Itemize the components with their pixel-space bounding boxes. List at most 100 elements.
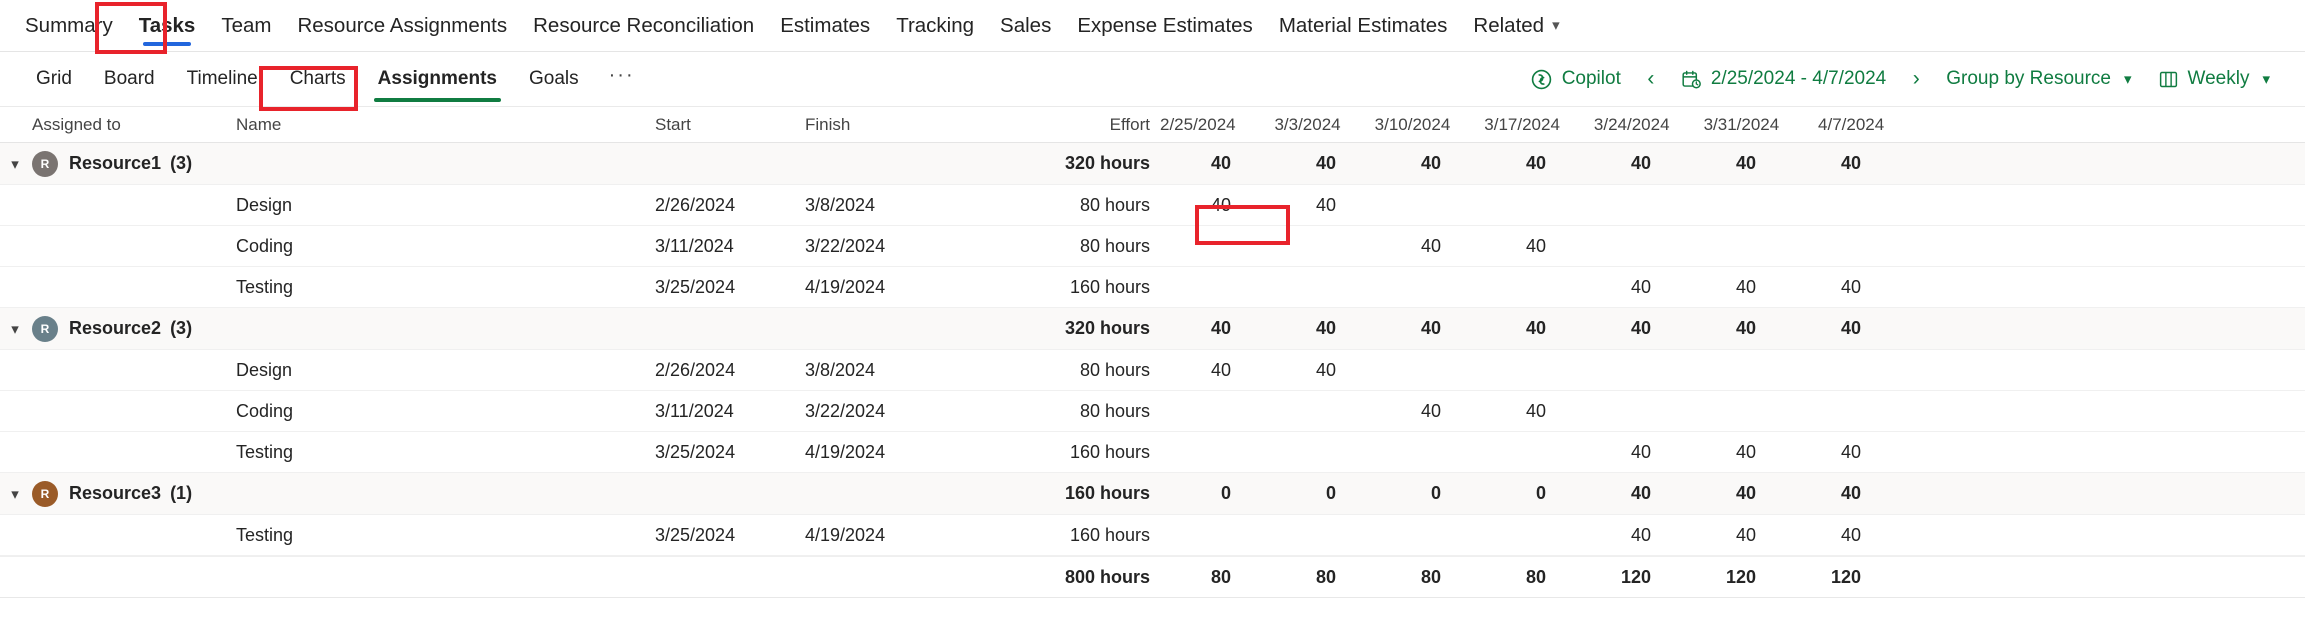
row-week-cell[interactable]: 40 — [1370, 236, 1475, 257]
group-assigned-cell: R Resource3 (1) — [30, 480, 230, 507]
nav-item-label: Team — [221, 13, 272, 37]
view-tab-charts[interactable]: Charts — [274, 52, 362, 106]
column-header-week-5[interactable]: 3/24/2024 — [1594, 115, 1704, 135]
row-name-cell[interactable]: Coding — [230, 401, 655, 422]
row-start-cell: 2/26/2024 — [655, 359, 736, 380]
group-by-dropdown[interactable]: Group by Resource ▾ — [1933, 59, 2144, 99]
row-name-cell[interactable]: Design — [230, 195, 655, 216]
row-start-cell: 3/25/2024 — [655, 276, 736, 297]
row-effort-cell: 80 hours — [1079, 359, 1150, 380]
row-name-cell[interactable]: Testing — [230, 442, 655, 463]
chevron-down-icon: ▾ — [1552, 16, 1560, 34]
nav-item-label: Expense Estimates — [1077, 13, 1253, 37]
row-week-cell[interactable]: 40 — [1580, 442, 1685, 463]
column-header-week-1[interactable]: 2/25/2024 — [1160, 115, 1270, 135]
view-tab-grid[interactable]: Grid — [20, 52, 88, 106]
nav-item-sales[interactable]: Sales — [987, 0, 1064, 52]
group-row-resource1[interactable]: ▾ R Resource1 (3) 320 hours 40 40 40 40 … — [0, 143, 2305, 185]
copilot-label: Copilot — [1561, 68, 1621, 89]
row-start-cell: 3/25/2024 — [655, 524, 736, 545]
row-week-cell[interactable]: 40 — [1790, 277, 1895, 298]
column-header-week-2[interactable]: 3/3/2024 — [1270, 115, 1375, 135]
row-week-cell[interactable]: 40 — [1580, 277, 1685, 298]
group-expand-toggle[interactable]: ▾ — [0, 485, 30, 503]
row-week-cell[interactable]: 40 — [1160, 360, 1265, 381]
row-week-cell[interactable]: 40 — [1370, 401, 1475, 422]
group-expand-toggle[interactable]: ▾ — [0, 320, 30, 338]
table-row[interactable]: Design 2/26/2024 3/8/2024 80 hours 40 40 — [0, 350, 2305, 391]
row-name-cell[interactable]: Coding — [230, 236, 655, 257]
column-header-week-6[interactable]: 3/31/2024 — [1704, 115, 1814, 135]
row-week-cell[interactable]: 40 — [1580, 525, 1685, 546]
column-header-week-7[interactable]: 4/7/2024 — [1813, 115, 1918, 135]
table-row[interactable]: Coding 3/11/2024 3/22/2024 80 hours 40 4… — [0, 391, 2305, 432]
group-week-cell: 40 — [1420, 318, 1441, 338]
total-week-cell: 80 — [1315, 566, 1336, 587]
row-finish-cell: 4/19/2024 — [805, 276, 886, 297]
column-header-effort[interactable]: Effort — [960, 115, 1160, 135]
copilot-button[interactable]: Copilot — [1517, 59, 1634, 99]
nav-item-label: Sales — [1000, 13, 1052, 37]
table-row[interactable]: Testing 3/25/2024 4/19/2024 160 hours 40… — [0, 432, 2305, 473]
nav-item-related[interactable]: Related ▾ — [1460, 0, 1572, 52]
top-navigation-bar: Summary Tasks Team Resource Assignments … — [0, 0, 2305, 52]
nav-item-summary[interactable]: Summary — [12, 0, 126, 52]
nav-item-material-estimates[interactable]: Material Estimates — [1266, 0, 1461, 52]
row-name-cell[interactable]: Testing — [230, 525, 655, 546]
group-expand-toggle[interactable]: ▾ — [0, 155, 30, 173]
grid-total-row: 800 hours 80 80 80 80 120 120 120 — [0, 556, 2305, 598]
group-effort-cell: 320 hours — [1064, 153, 1150, 173]
column-header-label: 3/31/2024 — [1703, 114, 1780, 134]
column-header-week-3[interactable]: 3/10/2024 — [1375, 115, 1485, 135]
row-week-cell[interactable]: 40 — [1790, 525, 1895, 546]
view-tab-board[interactable]: Board — [88, 52, 171, 106]
group-row-resource2[interactable]: ▾ R Resource2 (3) 320 hours 40 40 40 40 … — [0, 308, 2305, 350]
nav-item-tasks[interactable]: Tasks — [126, 0, 209, 52]
table-row[interactable]: Design 2/26/2024 3/8/2024 80 hours 40 40 — [0, 185, 2305, 226]
avatar: R — [32, 150, 58, 177]
row-name-cell[interactable]: Design — [230, 360, 655, 381]
view-tab-label: Assignments — [377, 68, 497, 89]
column-header-assigned-to[interactable]: Assigned to — [30, 115, 230, 135]
nav-item-resource-reconciliation[interactable]: Resource Reconciliation — [520, 0, 767, 52]
nav-item-label: Resource Assignments — [297, 13, 508, 37]
row-week-cell[interactable]: 40 — [1685, 442, 1790, 463]
column-header-start[interactable]: Start — [655, 115, 805, 135]
table-row[interactable]: Testing 3/25/2024 4/19/2024 160 hours 40… — [0, 515, 2305, 556]
group-task-count: (3) — [170, 153, 193, 173]
nav-item-tracking[interactable]: Tracking — [883, 0, 987, 52]
table-row[interactable]: Coding 3/11/2024 3/22/2024 80 hours 40 4… — [0, 226, 2305, 267]
view-tab-goals[interactable]: Goals — [513, 52, 595, 106]
row-week-cell[interactable]: 40 — [1685, 525, 1790, 546]
nav-item-team[interactable]: Team — [208, 0, 284, 52]
group-week-cell: 40 — [1525, 153, 1546, 173]
row-week-cell[interactable]: 40 — [1685, 277, 1790, 298]
table-row[interactable]: Testing 3/25/2024 4/19/2024 160 hours 40… — [0, 267, 2305, 308]
row-week-cell[interactable]: 40 — [1475, 236, 1580, 257]
row-week-cell[interactable]: 40 — [1790, 442, 1895, 463]
view-tab-timeline[interactable]: Timeline — [171, 52, 274, 106]
nav-item-expense-estimates[interactable]: Expense Estimates — [1064, 0, 1265, 52]
date-range-button[interactable]: 2/25/2024 - 4/7/2024 — [1668, 59, 1899, 99]
previous-period-button[interactable]: ‹ — [1634, 62, 1668, 96]
column-header-finish[interactable]: Finish — [805, 115, 960, 135]
row-effort-cell: 80 hours — [1079, 235, 1150, 256]
chevron-left-icon: ‹ — [1647, 67, 1655, 90]
nav-item-estimates[interactable]: Estimates — [767, 0, 883, 52]
group-row-resource3[interactable]: ▾ R Resource3 (1) 160 hours 0 0 0 0 40 4… — [0, 473, 2305, 515]
next-period-button[interactable]: › — [1899, 62, 1933, 96]
row-week-cell[interactable]: 40 — [1475, 401, 1580, 422]
column-header-week-4[interactable]: 3/17/2024 — [1484, 115, 1594, 135]
column-header-name[interactable]: Name — [230, 115, 655, 135]
total-week-cell: 80 — [1420, 566, 1441, 587]
row-name-cell[interactable]: Testing — [230, 277, 655, 298]
row-week-cell[interactable]: 40 — [1265, 360, 1370, 381]
view-tab-assignments[interactable]: Assignments — [362, 52, 513, 106]
nav-item-resource-assignments[interactable]: Resource Assignments — [284, 0, 520, 52]
row-week-cell-highlighted[interactable]: 40 — [1265, 195, 1370, 216]
overflow-menu-icon[interactable]: ··· — [595, 52, 649, 106]
row-week-cell[interactable]: 40 — [1160, 195, 1265, 216]
view-tab-list: Grid Board Timeline Charts Assignments G… — [20, 52, 649, 106]
time-scale-dropdown[interactable]: Weekly ▾ — [2145, 59, 2283, 99]
row-start-cell: 2/26/2024 — [655, 194, 736, 215]
